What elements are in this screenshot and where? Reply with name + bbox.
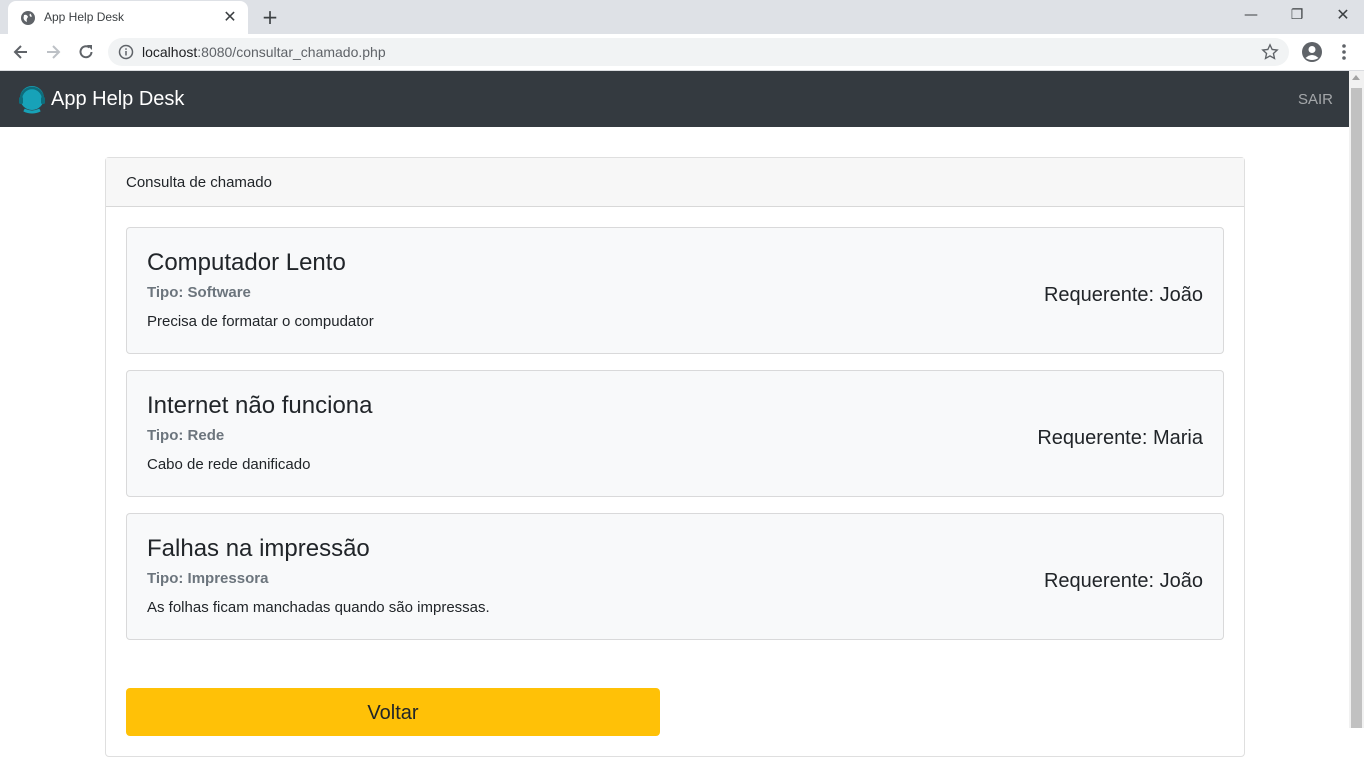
ticket-card: Internet não funciona Tipo: Rede Cabo de… <box>126 370 1224 497</box>
profile-icon[interactable] <box>1301 41 1323 63</box>
card-header: Consulta de chamado <box>106 158 1244 207</box>
restore-icon[interactable]: ❐ <box>1274 0 1320 32</box>
headset-logo-icon <box>19 86 45 114</box>
ticket-type: Tipo: Rede <box>147 427 225 444</box>
info-icon[interactable] <box>118 44 134 60</box>
ticket-card: Computador Lento Tipo: Software Precisa … <box>126 227 1224 354</box>
minimize-icon[interactable]: — <box>1228 0 1274 32</box>
brand-title[interactable]: App Help Desk <box>51 88 184 111</box>
ticket-description: As folhas ficam manchadas quando são imp… <box>147 599 490 616</box>
bookmark-star-icon[interactable] <box>1261 43 1279 61</box>
ticket-title: Internet não funciona <box>147 392 373 419</box>
ticket-query-card: Consulta de chamado Computador Lento Tip… <box>105 157 1245 757</box>
reload-icon[interactable] <box>76 42 96 62</box>
logout-link[interactable]: SAIR <box>1298 91 1333 108</box>
ticket-description: Cabo de rede danificado <box>147 456 311 473</box>
ticket-type: Tipo: Software <box>147 284 251 301</box>
scroll-up-arrow-icon[interactable] <box>1352 75 1360 80</box>
ticket-type: Tipo: Impressora <box>147 570 269 587</box>
tab-title: App Help Desk <box>44 10 125 24</box>
browser-toolbar: localhost:8080/consultar_chamado.php <box>0 34 1364 71</box>
close-tab-icon[interactable]: ✕ <box>222 9 238 25</box>
close-window-icon[interactable]: ✕ <box>1320 0 1364 32</box>
browser-tab[interactable]: App Help Desk ✕ <box>8 1 248 34</box>
ticket-requester: Requerente: Maria <box>1037 427 1203 449</box>
globe-icon <box>21 11 35 25</box>
ticket-requester: Requerente: João <box>1043 570 1203 592</box>
back-arrow-icon[interactable] <box>11 42 31 62</box>
new-tab-icon[interactable]: + <box>260 7 280 27</box>
ticket-card: Falhas na impressão Tipo: Impressora As … <box>126 513 1224 640</box>
ticket-title: Computador Lento <box>147 249 346 276</box>
forward-arrow-icon[interactable] <box>43 42 63 62</box>
browser-tabstrip: App Help Desk ✕ + — ❐ ✕ <box>0 0 1364 34</box>
navbar: App Help Desk SAIR <box>0 71 1349 127</box>
page-scrollbar[interactable] <box>1349 71 1364 728</box>
more-menu-icon[interactable] <box>1336 42 1352 62</box>
scroll-thumb[interactable] <box>1351 88 1362 728</box>
back-button[interactable]: Voltar <box>126 688 660 736</box>
ticket-description: Precisa de formatar o compudator <box>147 313 374 330</box>
url-text: localhost:8080/consultar_chamado.php <box>142 44 386 60</box>
address-bar[interactable]: localhost:8080/consultar_chamado.php <box>108 38 1289 66</box>
ticket-title: Falhas na impressão <box>147 535 370 562</box>
ticket-requester: Requerente: João <box>1043 284 1203 306</box>
